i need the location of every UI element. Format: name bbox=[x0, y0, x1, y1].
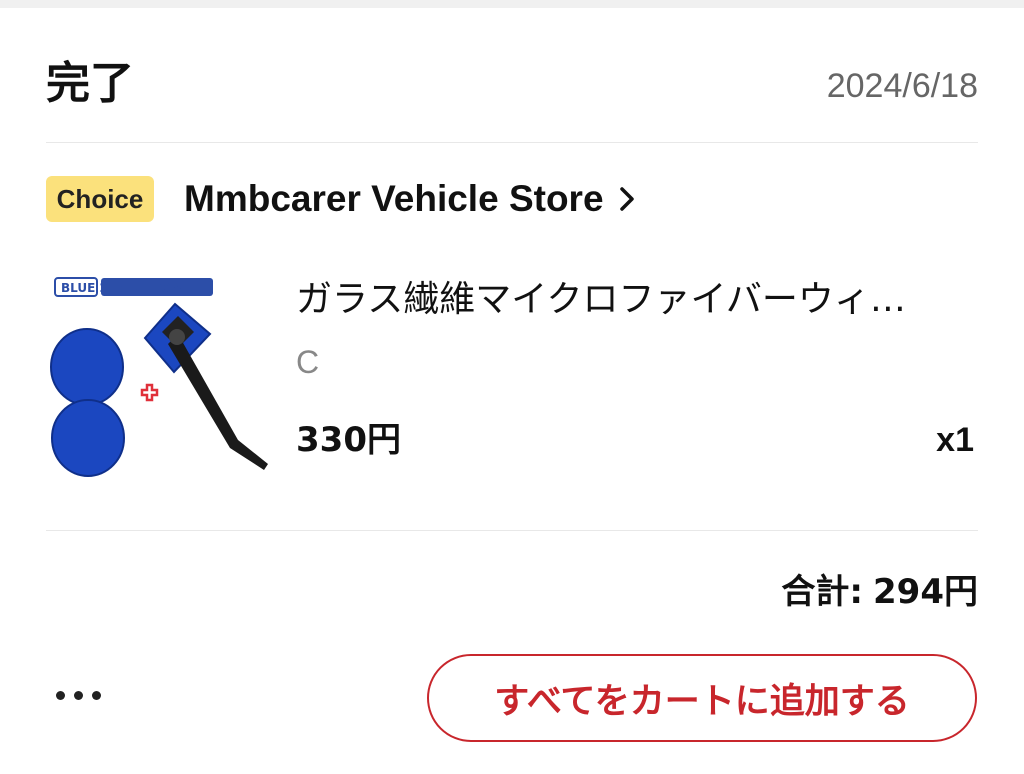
top-separator-bar bbox=[0, 0, 1024, 8]
store-link[interactable]: Choice Mmbcarer Vehicle Store bbox=[46, 175, 640, 223]
total-label: 合計: bbox=[781, 572, 864, 612]
dot bbox=[92, 690, 101, 700]
add-all-to-cart-button[interactable]: すべてをカートに追加する bbox=[427, 654, 977, 742]
dot bbox=[74, 690, 83, 700]
choice-badge: Choice bbox=[46, 176, 154, 222]
product-photo: BLUE 2"BLUE TOWEL bbox=[50, 277, 268, 477]
product-quantity: x1 bbox=[936, 421, 974, 459]
product-image-text: BLUE 2"BLUE TOWEL bbox=[61, 281, 200, 295]
product-title[interactable]: ガラス繊維マイクロファイバーウィ… bbox=[296, 276, 976, 324]
divider bbox=[46, 142, 978, 143]
total-value: 294円 bbox=[873, 572, 978, 612]
chevron-right-icon bbox=[619, 187, 634, 211]
product-price: 330円 bbox=[296, 420, 401, 460]
product-image[interactable]: BLUE 2"BLUE TOWEL bbox=[50, 272, 270, 492]
product-variant: C bbox=[296, 344, 320, 380]
order-date: 2024/6/18 bbox=[826, 67, 978, 105]
order-total: 合計: 294円 bbox=[781, 568, 978, 616]
dot bbox=[56, 690, 65, 700]
more-options-icon[interactable] bbox=[56, 680, 101, 710]
divider bbox=[46, 530, 978, 531]
order-status: 完了 bbox=[46, 58, 134, 109]
store-name: Mmbcarer Vehicle Store bbox=[184, 178, 604, 219]
